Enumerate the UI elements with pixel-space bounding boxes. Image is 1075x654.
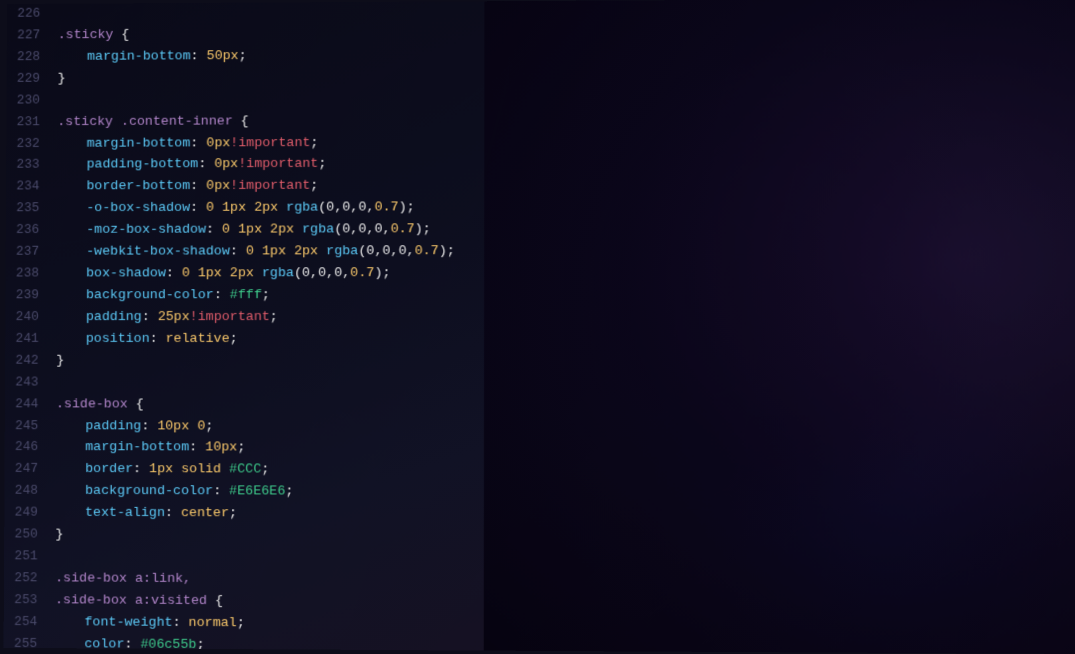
code-line: 236 -moz-box-shadow: 0 1px 2px rgba(0,0,… (6, 218, 1075, 242)
line-number: 232 (6, 134, 57, 154)
line-number: 249 (4, 503, 55, 523)
line-content: } (55, 526, 1075, 551)
line-number: 226 (7, 4, 58, 24)
line-number: 229 (7, 69, 58, 89)
line-number: 238 (6, 264, 57, 284)
code-line: 239 background-color: #fff; (5, 285, 1075, 307)
line-content: -webkit-box-shadow: 0 1px 2px rgba(0,0,0… (57, 241, 1075, 263)
line-number: 250 (4, 525, 55, 545)
line-content: -o-box-shadow: 0 1px 2px rgba(0,0,0,0.7)… (57, 197, 1075, 220)
line-number: 228 (7, 47, 58, 67)
line-number: 242 (5, 351, 56, 371)
line-content: position: relative; (56, 330, 1075, 351)
line-number: 253 (4, 590, 55, 610)
line-number: 251 (4, 546, 55, 566)
line-content: background-color: #fff; (56, 286, 1075, 307)
line-content (57, 87, 1075, 112)
line-number: 233 (6, 155, 57, 175)
line-number: 245 (5, 416, 56, 436)
line-content: .sticky .content-inner { (57, 109, 1075, 133)
line-content: -moz-box-shadow: 0 1px 2px rgba(0,0,0,0.… (57, 219, 1075, 242)
code-line: 238 box-shadow: 0 1px 2px rgba(0,0,0,0.7… (6, 263, 1075, 286)
line-number: 235 (6, 199, 57, 219)
code-line: 233 padding-bottom: 0px!important; (6, 152, 1075, 177)
line-content: .side-box { (56, 395, 1075, 417)
code-line: 237 -webkit-box-shadow: 0 1px 2px rgba(0… (6, 240, 1075, 263)
line-content: padding: 25px!important; (56, 308, 1075, 329)
code-line: 242 } (5, 351, 1075, 374)
line-content (56, 373, 1075, 395)
line-content: text-align: center; (55, 504, 1075, 528)
line-content: padding: 10px 0; (56, 417, 1075, 440)
line-number: 239 (5, 285, 56, 305)
code-content: 226 227 .sticky { 228 margin-bottom: 50p… (4, 0, 1075, 654)
line-number: 252 (4, 568, 55, 588)
code-line: 245 padding: 10px 0; (5, 416, 1075, 440)
line-content: padding-bottom: 0px!important; (57, 153, 1075, 177)
code-line: 246 margin-bottom: 10px; (5, 437, 1075, 461)
line-content: margin-bottom: 10px; (56, 439, 1075, 462)
line-number: 254 (4, 612, 55, 632)
line-number: 248 (4, 481, 55, 501)
line-number: 234 (6, 177, 57, 197)
line-number: 247 (5, 459, 56, 479)
line-number: 231 (6, 112, 57, 132)
line-content (55, 548, 1075, 573)
code-line: 234 border-bottom: 0px!important; (6, 174, 1075, 198)
line-number: 227 (7, 25, 58, 45)
line-content: box-shadow: 0 1px 2px rgba(0,0,0,0.7); (57, 264, 1075, 286)
line-number: 244 (5, 394, 56, 414)
line-content: margin-bottom: 0px!important; (57, 131, 1075, 155)
code-editor-screen: 226 227 .sticky { 228 margin-bottom: 50p… (4, 0, 1075, 654)
code-line: 251 (4, 546, 1075, 572)
line-number: 240 (5, 307, 56, 327)
line-number: 243 (5, 372, 56, 392)
code-line: 240 padding: 25px!important; (5, 307, 1075, 329)
line-content: border: 1px solid #CCC; (56, 460, 1075, 484)
code-line: 241 position: relative; (5, 329, 1075, 351)
code-line: 248 background-color: #E6E6E6; (4, 481, 1075, 506)
code-line: 231 .sticky .content-inner { (6, 108, 1075, 134)
line-content: border-bottom: 0px!important; (57, 175, 1075, 198)
code-line: 243 (5, 372, 1075, 395)
line-number: 230 (6, 90, 57, 110)
line-content: background-color: #E6E6E6; (56, 482, 1075, 506)
line-number: 246 (5, 437, 56, 457)
line-content: } (56, 352, 1075, 374)
line-number: 255 (4, 634, 55, 654)
code-line: 250 } (4, 525, 1075, 551)
line-number: 236 (6, 220, 57, 240)
code-line: 244 .side-box { (5, 394, 1075, 417)
line-content: } (58, 65, 1075, 90)
line-number: 237 (6, 242, 57, 262)
line-number: 241 (5, 329, 56, 349)
code-line: 249 text-align: center; (4, 503, 1075, 529)
code-line: 230 (6, 86, 1075, 112)
code-line: 232 margin-bottom: 0px!important; (6, 130, 1075, 155)
code-line: 247 border: 1px solid #CCC; (4, 459, 1075, 484)
code-line: 235 -o-box-shadow: 0 1px 2px rgba(0,0,0,… (6, 196, 1075, 220)
